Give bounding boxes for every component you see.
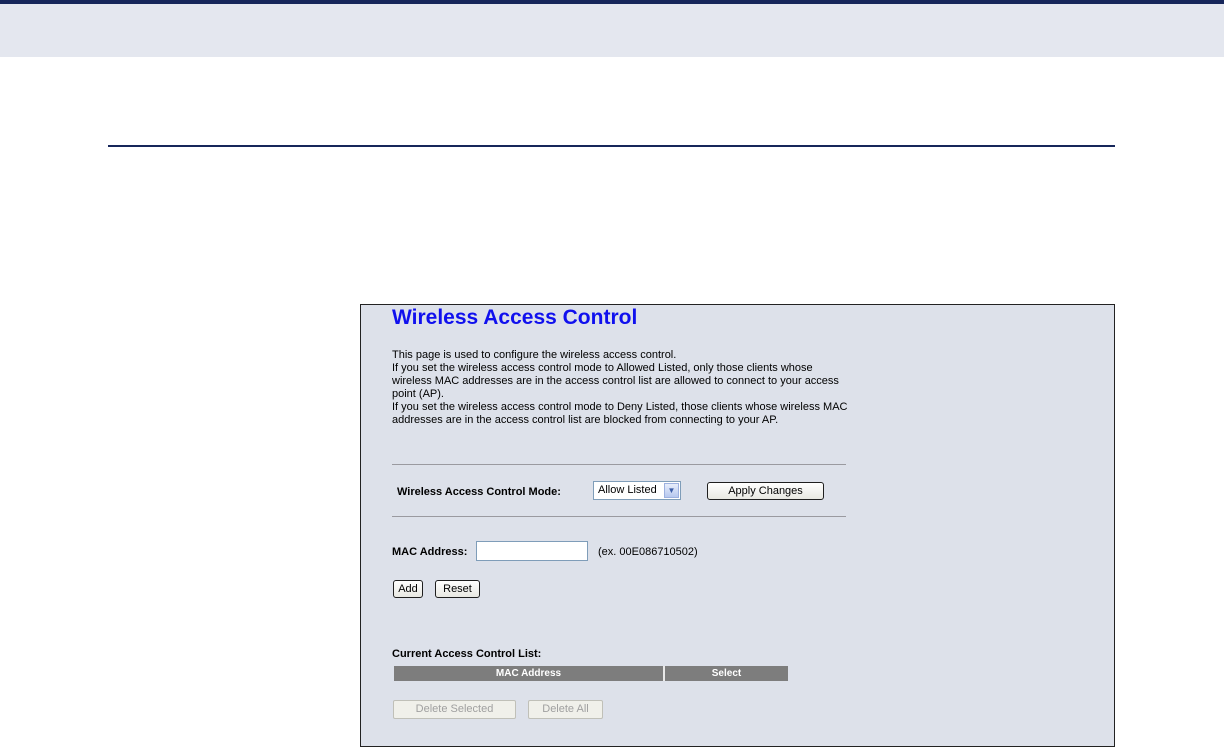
page-title: Wireless Access Control	[392, 306, 638, 329]
reset-button[interactable]: Reset	[435, 580, 480, 598]
mac-address-input[interactable]	[476, 541, 588, 561]
column-mac-address: MAC Address	[394, 666, 665, 681]
delete-selected-button[interactable]: Delete Selected	[393, 700, 516, 719]
mac-address-example: (ex. 00E086710502)	[598, 546, 698, 558]
mac-address-label: MAC Address:	[392, 546, 468, 558]
chevron-down-icon[interactable]: ▼	[664, 483, 679, 498]
access-control-list-header: MAC Address Select	[394, 666, 788, 681]
column-select: Select	[665, 666, 788, 681]
mode-label: Wireless Access Control Mode:	[397, 486, 561, 498]
mode-select-value: Allow Listed	[598, 484, 657, 496]
mode-select[interactable]: Allow Listed ▼	[593, 481, 681, 500]
add-button[interactable]: Add	[393, 580, 423, 598]
document-rule	[108, 145, 1115, 147]
apply-changes-button[interactable]: Apply Changes	[707, 482, 824, 500]
document-header-band	[0, 0, 1224, 57]
access-control-list-label: Current Access Control List:	[392, 648, 542, 660]
page-description: This page is used to configure the wirel…	[392, 349, 852, 427]
description-line-2: If you set the wireless access control m…	[392, 362, 839, 400]
divider	[392, 464, 846, 465]
delete-all-button[interactable]: Delete All	[528, 700, 603, 719]
description-line-1: This page is used to configure the wirel…	[392, 349, 677, 361]
description-line-3: If you set the wireless access control m…	[392, 401, 848, 426]
divider	[392, 516, 846, 517]
wireless-access-control-panel: Wireless Access Control This page is use…	[360, 304, 1115, 747]
